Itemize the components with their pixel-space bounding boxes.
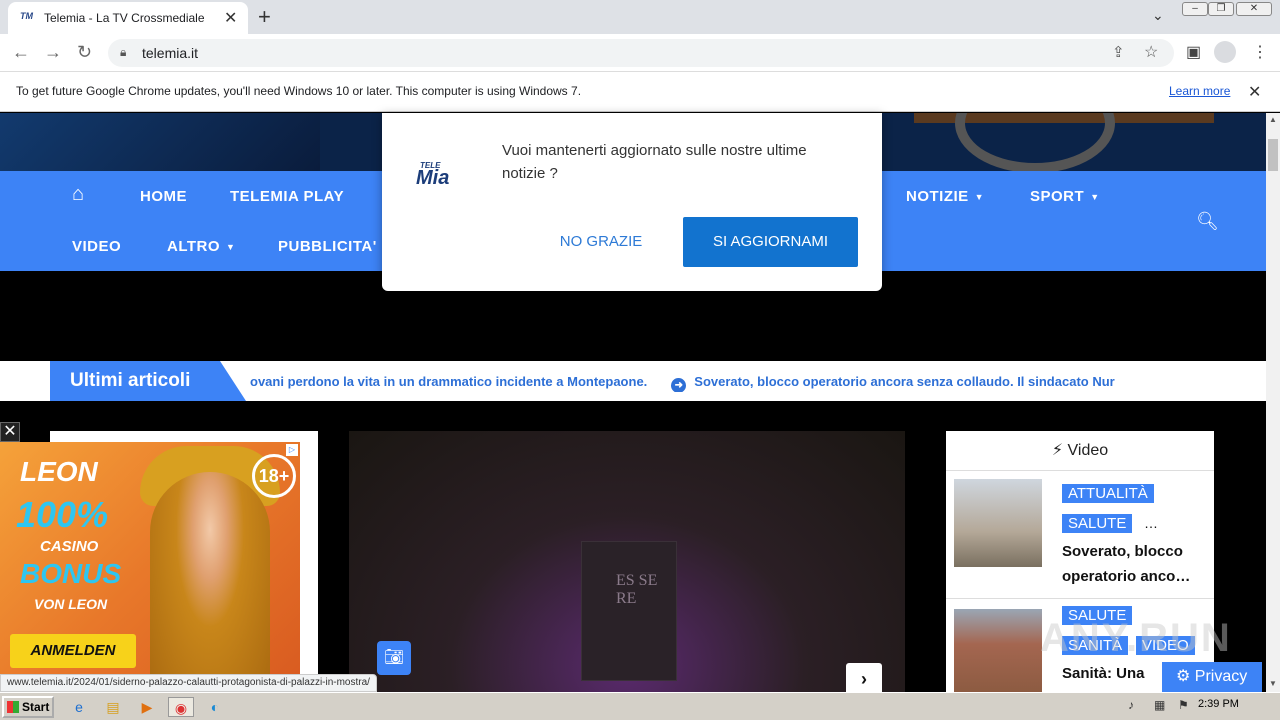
- featured-image[interactable]: ES SE RE: [349, 431, 905, 692]
- windows-taskbar: Start e ▤ ▶ ◉ ◐ ♪ ▦ ⚑ 2:39 PM: [0, 692, 1280, 720]
- address-bar[interactable]: 🔒︎ telemia.it ⇪ ☆: [108, 39, 1174, 67]
- gear-icon: ⚙: [1176, 668, 1195, 685]
- lock-icon[interactable]: 🔒︎: [120, 45, 126, 60]
- infobar-close-icon[interactable]: ✕: [1248, 82, 1261, 102]
- side-panel-icon[interactable]: ▣: [1186, 42, 1201, 62]
- telemia-favicon-icon: TM: [20, 11, 33, 21]
- edge-icon[interactable]: ◐: [204, 697, 226, 717]
- video-header: ⚡︎ Video: [946, 431, 1214, 471]
- accept-button[interactable]: SI AGGIORNAMI: [683, 217, 858, 267]
- ad-brand: LEON: [20, 456, 98, 487]
- ticker-item[interactable]: ovani perdono la vita in un drammatico i…: [250, 374, 647, 389]
- ticker-item[interactable]: Soverato, blocco operatorio ancora senza…: [694, 374, 1114, 389]
- ad-model-graphic: [150, 472, 270, 692]
- minimize-icon[interactable]: –: [1182, 2, 1208, 16]
- exhibition-banner: ES SE RE: [581, 541, 677, 681]
- profile-avatar-icon[interactable]: [1214, 41, 1236, 63]
- ad-von-text: VON LEON: [34, 596, 108, 612]
- tag-attualita[interactable]: ATTUALITÀ: [1062, 484, 1154, 503]
- video-thumbnail[interactable]: [954, 609, 1042, 692]
- ad-casino-text: CASINO: [40, 538, 99, 555]
- privacy-button[interactable]: ⚙ Privacy: [1162, 662, 1262, 692]
- ad-cta-button[interactable]: ANMELDEN: [10, 634, 136, 668]
- prompt-message: Vuoi mantenerti aggiornato sulle nostre …: [502, 142, 807, 182]
- start-button[interactable]: Start: [2, 696, 54, 718]
- network-icon[interactable]: ▦: [1154, 698, 1165, 712]
- ad-bonus-text: BONUS: [20, 558, 122, 589]
- windows-flag-icon: [7, 701, 19, 713]
- browser-toolbar: ← → ↻ 🔒︎ telemia.it ⇪ ☆ ▣ ⋮: [0, 34, 1280, 72]
- header-decoration: [955, 113, 1115, 173]
- nav-pubblicita[interactable]: PUBBLICITA': [278, 238, 377, 255]
- video-item[interactable]: ATTUALITÀ SALUTE … Soverato, blocco oper…: [946, 471, 1214, 599]
- tags-ellipsis: …: [1144, 515, 1158, 531]
- lightning-icon: ⚡︎: [1051, 442, 1068, 459]
- update-infobar: To get future Google Chrome updates, you…: [0, 72, 1280, 112]
- reload-icon[interactable]: ↻: [77, 42, 92, 63]
- close-window-icon[interactable]: ✕: [1236, 2, 1272, 16]
- notification-prompt: TELE Mia Vuoi mantenerti aggiornato sull…: [382, 113, 882, 291]
- ticker-text: ovani perdono la vita in un drammatico i…: [250, 374, 1214, 392]
- video-thumbnail[interactable]: [954, 479, 1042, 567]
- next-slide-button[interactable]: ›: [846, 663, 882, 692]
- arrow-right-circle-icon: ➜: [671, 378, 687, 392]
- tab-close-icon[interactable]: ✕: [224, 8, 237, 28]
- page-scrollbar[interactable]: ▲ ▼: [1266, 113, 1280, 692]
- decline-button[interactable]: NO GRAZIE: [545, 225, 657, 259]
- back-icon[interactable]: ←: [12, 42, 30, 63]
- nav-telemia-play[interactable]: TELEMIA PLAY: [230, 188, 344, 205]
- search-icon[interactable]: 🔍︎: [1196, 211, 1219, 232]
- menu-kebab-icon[interactable]: ⋮: [1252, 42, 1268, 62]
- forward-icon[interactable]: →: [44, 42, 62, 63]
- scroll-down-icon[interactable]: ▼: [1269, 679, 1277, 688]
- news-ticker: Ultimi articoli ovani perdono la vita in…: [0, 361, 1266, 401]
- learn-more-link[interactable]: Learn more: [1169, 84, 1230, 98]
- nav-sport[interactable]: SPORT ▼: [1030, 188, 1100, 205]
- tab-bar: TM Telemia - La TV Crossmediale ✕ + ⌄ – …: [0, 0, 1280, 34]
- watermark: ANY.RUN: [1040, 616, 1232, 660]
- casino-ad-banner[interactable]: LEON 100% CASINO BONUS VON LEON ANMELDEN…: [0, 442, 300, 692]
- url-text: telemia.it: [142, 45, 199, 61]
- restore-icon[interactable]: ❐: [1208, 2, 1234, 16]
- header-decoration: [0, 113, 320, 171]
- scrollbar-thumb[interactable]: [1268, 139, 1278, 171]
- status-url-bar: www.telemia.it/2024/01/siderno-palazzo-c…: [0, 674, 377, 692]
- nav-notizie[interactable]: NOTIZIE ▼: [906, 188, 984, 205]
- tag-salute[interactable]: SALUTE: [1062, 514, 1133, 533]
- caret-down-icon: ▼: [1090, 192, 1100, 203]
- media-player-icon[interactable]: ▶: [136, 697, 158, 717]
- share-icon[interactable]: ⇪: [1112, 43, 1125, 61]
- nav-home[interactable]: HOME: [140, 188, 187, 205]
- bookmark-star-icon[interactable]: ☆: [1144, 42, 1158, 62]
- browser-tab[interactable]: TM Telemia - La TV Crossmediale ✕: [8, 2, 248, 34]
- chevron-down-icon[interactable]: ⌄: [1152, 7, 1164, 24]
- nav-video[interactable]: VIDEO: [72, 238, 121, 255]
- home-icon[interactable]: ⌂: [72, 183, 84, 206]
- telemia-logo: TELE Mia: [416, 161, 450, 189]
- scroll-up-icon[interactable]: ▲: [1269, 115, 1277, 124]
- nav-altro[interactable]: ALTRO ▼: [167, 238, 235, 255]
- ad-age-badge: 18+: [252, 454, 296, 498]
- clock[interactable]: 2:39 PM: [1198, 698, 1239, 710]
- ie-icon[interactable]: e: [68, 697, 90, 717]
- volume-icon[interactable]: ♪: [1128, 698, 1134, 712]
- explorer-folder-icon[interactable]: ▤: [102, 697, 124, 717]
- video-title[interactable]: Soverato, blocco operatorio anco…: [1062, 539, 1202, 589]
- new-tab-icon[interactable]: +: [258, 4, 271, 30]
- caret-down-icon: ▼: [226, 242, 236, 253]
- ad-headline: 100%: [16, 494, 109, 535]
- infobar-message: To get future Google Chrome updates, you…: [16, 84, 582, 98]
- ticker-label: Ultimi articoli: [50, 361, 246, 401]
- action-center-flag-icon[interactable]: ⚑: [1178, 698, 1189, 712]
- ad-close-icon[interactable]: ✕: [0, 422, 20, 442]
- adchoices-icon[interactable]: ▷: [286, 444, 298, 456]
- camera-icon[interactable]: 📷︎: [377, 641, 411, 675]
- tab-title: Telemia - La TV Crossmediale: [44, 11, 205, 25]
- chrome-icon[interactable]: ◉: [168, 697, 194, 717]
- caret-down-icon: ▼: [974, 192, 985, 203]
